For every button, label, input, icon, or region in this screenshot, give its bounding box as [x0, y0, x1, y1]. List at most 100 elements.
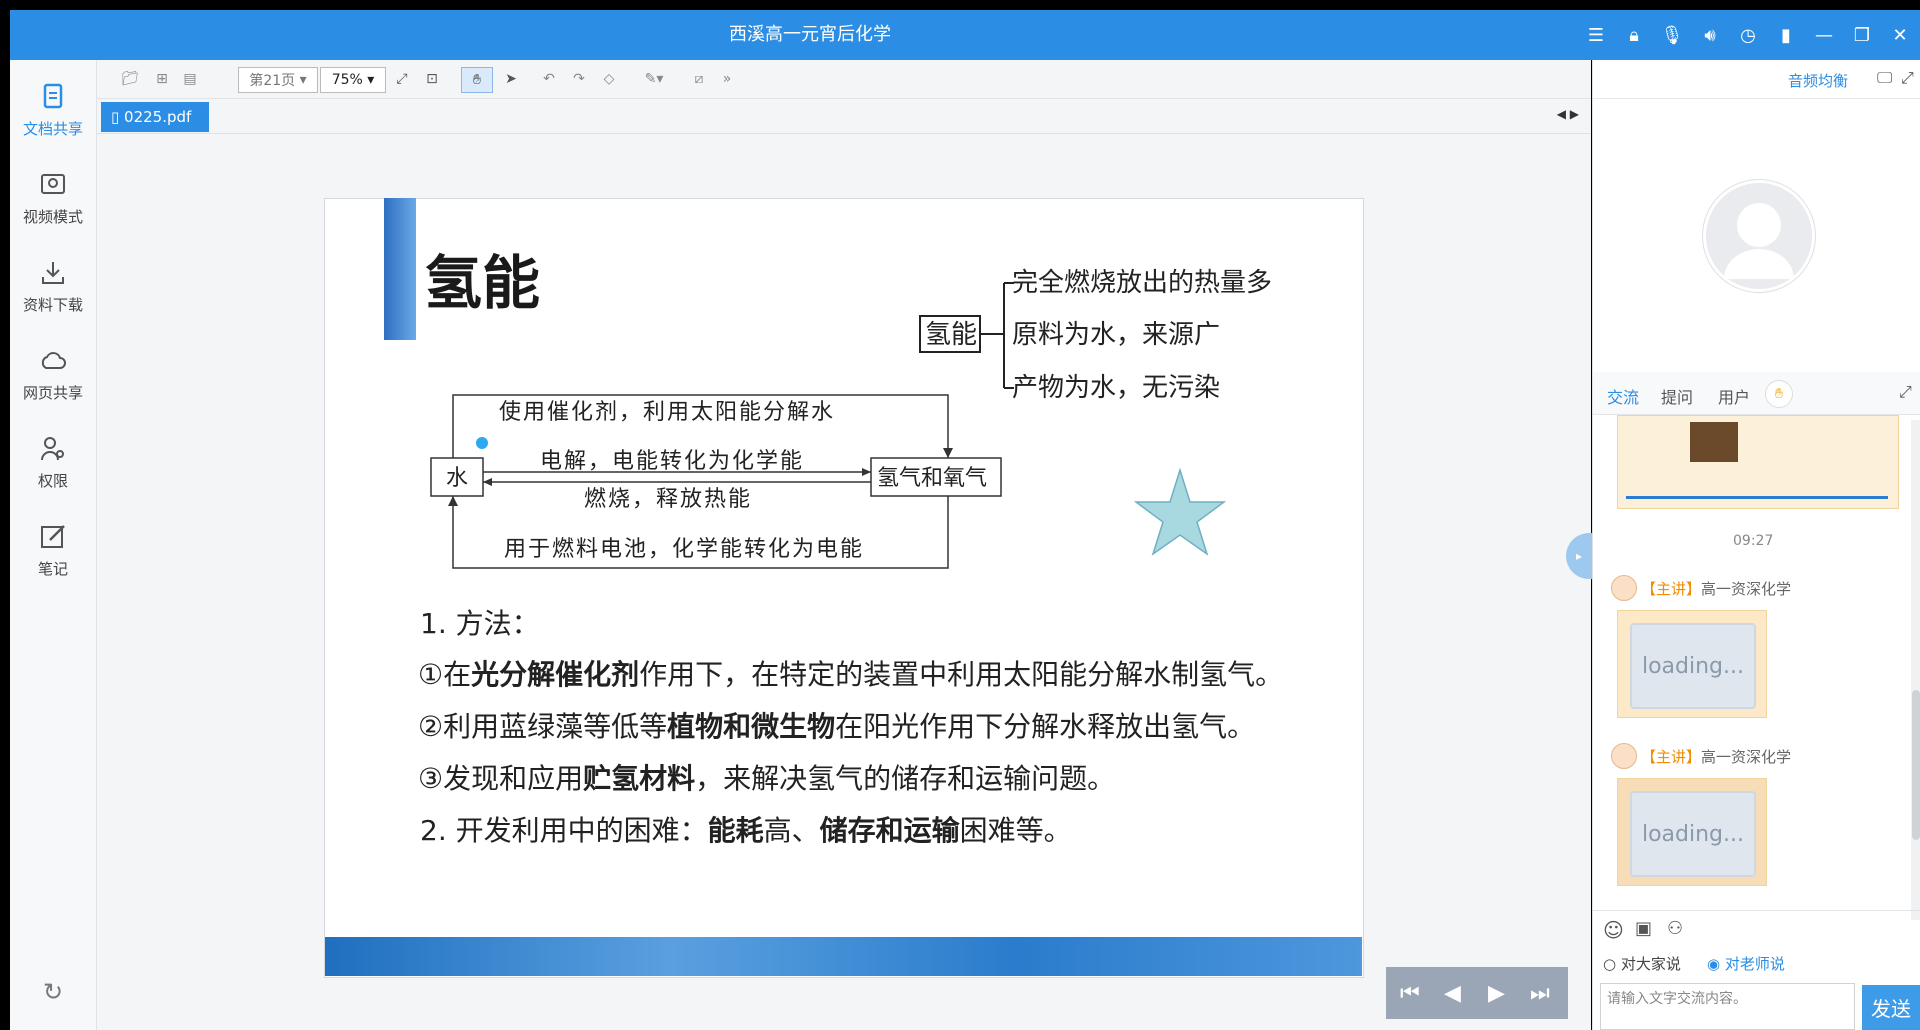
microphone-icon[interactable]: 🎙︎	[1660, 25, 1684, 46]
open-folder-icon[interactable]: 📁︎	[115, 67, 145, 91]
chat-input[interactable]: 请输入文字交流内容。	[1600, 983, 1855, 1030]
chat-message-2[interactable]: loading...	[1617, 778, 1767, 886]
title-controls: ☰ 🔒︎ 🎙︎ 🔊︎ ◷ ▮ — ❐ ✕	[1584, 10, 1912, 60]
method-line-1: ①在光分解催化剂作用下，在特定的装置中利用太阳能分解水制氢气。	[418, 653, 1283, 693]
nav-doc-share[interactable]: 文档共享	[10, 82, 96, 139]
tab-users[interactable]: 用户	[1718, 384, 1750, 408]
nav-web-share[interactable]: 网页共享	[10, 346, 96, 403]
user-icon[interactable]: ⚇	[1667, 918, 1683, 939]
nav-web-share-label: 网页共享	[22, 384, 83, 402]
gas-label: 氢气和氧气	[877, 466, 987, 491]
fit-page-icon[interactable]: ⤢	[389, 67, 415, 91]
nav-video-mode[interactable]: 视频模式	[10, 170, 96, 227]
right-panel: 音频均衡 🖵︎ ⤢ 交流 提问 用户 ✋︎ ⤢ 09:27 【主讲】高一资深化学…	[1592, 60, 1920, 1030]
popout-icon[interactable]: ⤢	[1899, 382, 1912, 402]
zoom-select[interactable]: 75% ▾	[320, 67, 386, 93]
slide-title: 氢能	[424, 249, 540, 317]
chat-input-placeholder: 请输入文字交流内容。	[1607, 991, 1747, 1007]
speaker-icon[interactable]: 🔊︎	[1698, 25, 1722, 46]
fit-width-icon[interactable]: ⊡	[419, 67, 445, 91]
prev-page-icon[interactable]: ◀	[1444, 981, 1461, 1006]
chat-image-preview[interactable]	[1617, 415, 1899, 509]
difficulty-pre: 2. 开发利用中的困难：	[420, 814, 708, 847]
line1-bold: 光分解催化剂	[471, 658, 640, 691]
undo-icon[interactable]: ↶	[537, 67, 561, 91]
nav-video-mode-label: 视频模式	[22, 208, 83, 226]
title-bar: 西溪高一元宵后化学 ☰ 🔒︎ 🎙︎ 🔊︎ ◷ ▮ — ❐ ✕	[10, 10, 1920, 60]
difficulty-line: 2. 开发利用中的困难：能耗高、储存和运输困难等。	[420, 809, 1072, 849]
first-page-icon[interactable]: ⏮	[1400, 981, 1420, 1006]
screen-icon[interactable]: 🖵︎	[1877, 68, 1892, 88]
sender-avatar	[1611, 575, 1637, 601]
more-icon[interactable]: »	[715, 67, 739, 91]
sender-avatar	[1611, 743, 1637, 769]
teacher-avatar	[1703, 180, 1815, 292]
radio-all-label: 对大家说	[1620, 955, 1681, 973]
nav-permission[interactable]: 权限	[10, 434, 96, 491]
next-page-icon[interactable]: ▶	[1488, 981, 1505, 1006]
line1-pre: ①在	[418, 658, 472, 691]
chat-message-1[interactable]: loading...	[1617, 610, 1767, 718]
scrollbar-thumb[interactable]	[1912, 690, 1920, 840]
preview-thumbnail	[1690, 422, 1738, 462]
lock-icon[interactable]: 🔒︎	[1622, 25, 1646, 46]
hand-tool-icon[interactable]: ✋︎	[461, 67, 493, 93]
method-line-3: ③发现和应用贮氢材料，来解决氢气的储存和运输问题。	[418, 757, 1115, 797]
expand-icon[interactable]: ⤢	[1901, 68, 1914, 88]
radio-teacher-label: 对老师说	[1724, 955, 1785, 973]
bracket-item-2: 原料为水，来源广	[1012, 320, 1220, 350]
difficulty-bold-1: 能耗	[707, 814, 764, 847]
nav-download[interactable]: 资料下载	[10, 258, 96, 315]
new-page-icon[interactable]: ⊞	[149, 67, 175, 91]
restore-icon[interactable]: ❐	[1850, 25, 1874, 46]
clock-icon[interactable]: ◷	[1736, 25, 1760, 46]
radio-all[interactable]: ○ 对大家说	[1603, 953, 1681, 974]
cycle-bottom-label: 用于燃料电池，化学能转化为电能	[504, 537, 864, 562]
line2-bold: 植物和微生物	[667, 710, 836, 743]
save-icon[interactable]: ▤	[177, 67, 203, 91]
page-select-value: 第21页	[249, 73, 296, 89]
method-line-2: ②利用蓝绿藻等低等植物和微生物在阳光作用下分解水释放出氢气。	[418, 705, 1255, 745]
send-button[interactable]: 发送	[1862, 985, 1920, 1030]
sender-tag-1: 【主讲】	[1641, 580, 1702, 598]
pen-icon[interactable]: ✎▾	[637, 67, 671, 91]
signal-icon[interactable]: ▮	[1774, 25, 1798, 46]
crop-icon[interactable]: ⧄	[687, 67, 711, 91]
close-icon[interactable]: ✕	[1888, 25, 1912, 46]
left-sidebar: 文档共享 视频模式 资料下载 网页共享 权限 笔记 ↻	[10, 60, 97, 1030]
difficulty-bold-2: 储存和运输	[819, 814, 960, 847]
radio-teacher[interactable]: ◉ 对老师说	[1707, 953, 1785, 974]
document-icon	[43, 83, 63, 109]
chat-scrollbar[interactable]	[1911, 420, 1920, 920]
water-label: 水	[446, 466, 468, 491]
minimize-icon[interactable]: —	[1812, 25, 1836, 46]
pointer-icon[interactable]: ➤	[499, 67, 523, 91]
audio-balance-link[interactable]: 音频均衡	[1788, 70, 1848, 91]
pointer-dot	[476, 437, 488, 449]
menu-icon[interactable]: ☰	[1584, 25, 1608, 46]
line3-bold: 贮氢材料	[583, 762, 696, 795]
sender-name-2: 【主讲】高一资深化学	[1641, 746, 1791, 767]
raise-hand-icon[interactable]: ✋︎	[1765, 380, 1793, 408]
nav-notes[interactable]: 笔记	[10, 522, 96, 579]
image-upload-icon[interactable]: ▣	[1635, 918, 1652, 939]
last-page-icon[interactable]: ⏭	[1530, 981, 1550, 1006]
bracket-box-label: 氢能	[925, 320, 977, 350]
tab-scroll-arrows-icon[interactable]: ◀ ▶	[1557, 107, 1579, 121]
doc-tab-label: 0225.pdf	[124, 108, 192, 126]
page-select[interactable]: 第21页 ▾	[238, 67, 318, 93]
tab-questions[interactable]: 提问	[1661, 384, 1693, 408]
page-navigation: ⏮ ◀ ▶ ⏭	[1386, 967, 1568, 1019]
right-panel-header: 音频均衡 🖵︎ ⤢	[1593, 60, 1920, 99]
line2-pre: ②利用蓝绿藻等低等	[418, 710, 668, 743]
redo-icon[interactable]: ↷	[567, 67, 591, 91]
refresh-icon[interactable]: ↻	[10, 978, 96, 1006]
sender-tag-2: 【主讲】	[1641, 748, 1702, 766]
tab-chat[interactable]: 交流	[1607, 384, 1639, 408]
line1-post: 作用下，在特定的装置中利用太阳能分解水制氢气。	[639, 658, 1284, 691]
doc-tab[interactable]: ▯ 0225.pdf	[101, 102, 209, 132]
nav-download-label: 资料下载	[22, 296, 83, 314]
eraser-icon[interactable]: ◇	[597, 67, 621, 91]
edit-icon	[41, 525, 65, 548]
emoji-icon[interactable]: ☺	[1603, 918, 1624, 942]
